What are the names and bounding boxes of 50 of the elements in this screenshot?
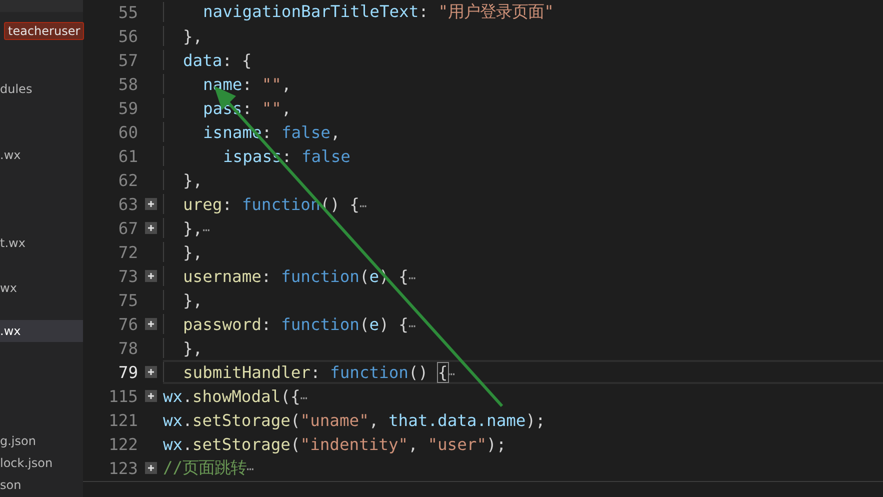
line-number: 57 [117,50,138,70]
code-line: //页面跳转⋯ [163,457,254,479]
code-line: }, [183,242,203,262]
expand-icon[interactable] [144,462,156,474]
line-number: 60 [117,122,138,142]
line-number: 123 [108,458,138,478]
code-line: wx.setStorage("uname", that.data.name); [163,410,546,430]
file-item[interactable]: wx [0,277,83,299]
expand-icon[interactable] [144,198,156,210]
code-line: wx.setStorage("indentity", "user"); [163,434,506,454]
file-item[interactable]: g.json [0,430,83,452]
file-item[interactable]: dules [0,78,83,100]
expand-icon[interactable] [144,318,156,330]
file-item[interactable]: .wx [0,144,83,166]
line-number: 75 [117,290,138,310]
code-line: }, [183,338,203,358]
code-line: password: function(e) {⋯ [183,314,416,334]
file-item[interactable]: .wx [0,320,83,342]
line-number: 115 [108,386,138,406]
line-number: 76 [117,314,138,334]
line-number: 73 [117,266,138,286]
line-number: 121 [108,410,138,430]
expand-icon[interactable] [144,222,156,234]
file-item[interactable]: t.wx [0,232,83,254]
code-line: isname: false, [203,122,340,142]
line-number: 63 [117,194,138,214]
code-line: wx.showModal({⋯ [163,386,308,406]
file-item[interactable]: son [0,474,83,496]
code-line: }, [183,170,203,190]
expand-icon[interactable] [144,366,156,378]
file-item[interactable]: lock.json [0,452,83,474]
expand-icon[interactable] [144,390,156,402]
line-number: 78 [117,338,138,358]
line-number: 55 [117,2,138,22]
line-number: 62 [117,170,138,190]
line-number: 59 [117,98,138,118]
line-number: 61 [117,146,138,166]
branch-badge[interactable]: teacheruser [4,22,84,40]
line-number: 67 [117,218,138,238]
line-number: 56 [117,26,138,46]
line-number: 122 [108,434,138,454]
code-line: }, [183,290,203,310]
code-line: data: { [183,50,252,70]
line-number: 58 [117,74,138,94]
line-number: 72 [117,242,138,262]
line-number: 79 [117,362,138,382]
code-line: }, [183,26,203,46]
expand-icon[interactable] [144,270,156,282]
code-line: navigationBarTitleText: "用户登录页面" [203,1,554,23]
code-line: },⋯ [183,218,210,238]
